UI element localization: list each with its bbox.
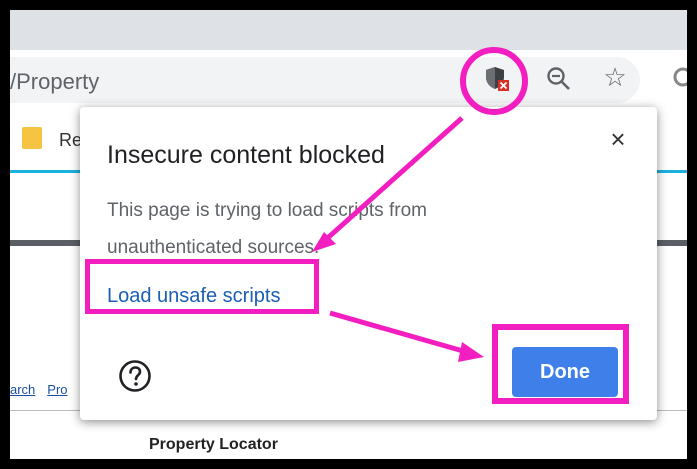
extension-icon[interactable] <box>672 66 687 88</box>
blocked-content-shield-icon[interactable] <box>484 65 510 91</box>
insecure-content-dialog: × Insecure content blocked This page is … <box>80 107 657 420</box>
page-links: arch Pro <box>10 382 80 397</box>
search-link[interactable]: arch <box>10 382 35 397</box>
dialog-title: Insecure content blocked <box>107 141 385 169</box>
bookmark-label[interactable]: Re <box>59 130 82 151</box>
done-button[interactable]: Done <box>512 347 618 397</box>
help-icon[interactable] <box>118 359 152 393</box>
dialog-message: This page is trying to load scripts from… <box>107 200 427 258</box>
page-title: Property Locator <box>149 436 278 453</box>
bookmark-star-icon[interactable]: ☆ <box>600 62 630 92</box>
tab-strip <box>10 10 687 50</box>
load-unsafe-scripts-link[interactable]: Load unsafe scripts <box>107 285 280 308</box>
zoom-out-icon[interactable] <box>544 64 574 94</box>
bookmark-folder-icon[interactable] <box>22 127 42 149</box>
browser-toolbar: /Property ☆ <box>10 50 687 112</box>
browser-window: /Property ☆ Re nt archPro <box>10 10 687 459</box>
url-text[interactable]: /Property <box>10 69 99 95</box>
property-link[interactable]: Pro <box>47 382 67 397</box>
close-icon[interactable]: × <box>604 125 632 153</box>
